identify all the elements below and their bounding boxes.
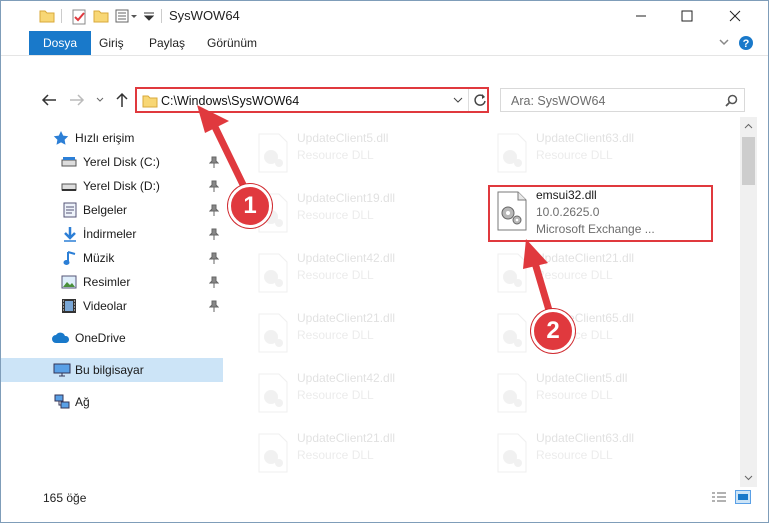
- annotation-badge-2: 2: [531, 309, 575, 353]
- vertical-scrollbar[interactable]: [740, 117, 757, 487]
- details-view-icon[interactable]: [711, 491, 727, 503]
- status-bar: 165 öğe: [1, 488, 768, 510]
- arrow-2-head: [523, 239, 548, 269]
- tiles-view-icon[interactable]: [735, 490, 751, 504]
- scroll-up-icon[interactable]: [744, 123, 753, 129]
- scrollbar-thumb[interactable]: [742, 137, 755, 185]
- arrow-1-head: [197, 105, 229, 133]
- scroll-down-icon[interactable]: [744, 475, 753, 481]
- annotation-arrows: [197, 105, 555, 321]
- item-count: 165 öğe: [43, 491, 87, 505]
- explorer-window: SysWOW64 Dosya Giriş Paylaş Görünüm ? C:…: [0, 0, 769, 523]
- annotation-badge-1: 1: [228, 184, 272, 228]
